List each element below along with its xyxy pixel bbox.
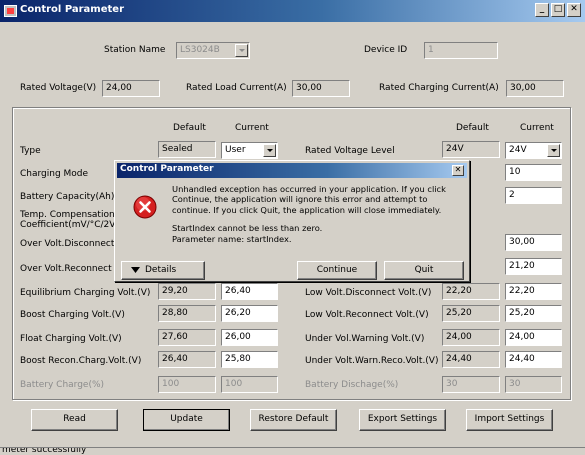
temp-comp-label-2: Coefficient(mV/°C/2V) <box>20 220 119 230</box>
battery-discharge-default-field[interactable]: 30 <box>442 376 500 393</box>
import-settings-button[interactable]: Import Settings <box>466 409 553 431</box>
maximize-button[interactable]: □ <box>551 3 565 17</box>
battery-capacity-label: Battery Capacity(Ah) <box>20 192 115 202</box>
window-title: Control Parameter <box>20 4 125 15</box>
rated-charging-label: Rated Charging Current(A) <box>379 83 499 93</box>
restore-default-button[interactable]: Restore Default <box>250 409 337 431</box>
rated-voltage-level-label: Rated Voltage Level <box>305 146 395 156</box>
station-name-value: LS3024B <box>180 45 220 55</box>
rated-voltage-level-select[interactable]: 24V <box>505 142 562 159</box>
type-label: Type <box>20 146 41 156</box>
battery-charge-label: Battery Charge(%) <box>20 380 105 390</box>
rated-voltage-level-default-field[interactable]: 24V <box>442 141 500 158</box>
status-text: meter successfully <box>2 447 87 455</box>
battery-capacity-current-field[interactable]: 2 <box>505 187 562 204</box>
under-volt-warning-label: Under Vol.Warning Volt.(V) <box>305 334 425 344</box>
under-volt-warning-current-field[interactable]: 24,00 <box>505 329 562 346</box>
chevron-down-icon <box>131 266 140 273</box>
float-charging-current-field[interactable]: 26,00 <box>221 329 278 346</box>
rated-load-label: Rated Load Current(A) <box>186 83 287 93</box>
app-icon <box>4 5 17 17</box>
details-button[interactable]: Details <box>121 261 205 280</box>
over-volt-disconnect-current-field[interactable]: 30,00 <box>505 234 562 251</box>
charging-mode-current-field[interactable]: 10 <box>505 164 562 181</box>
minimize-button[interactable]: _ <box>535 3 549 17</box>
boost-charging-current-field[interactable]: 26,20 <box>221 305 278 322</box>
under-volt-warning-default-field[interactable]: 24,00 <box>442 329 500 346</box>
battery-discharge-label: Battery Dischage(%) <box>305 380 399 390</box>
dialog-message-main: Unhandled exception has occurred in your… <box>172 184 446 215</box>
battery-discharge-current-field[interactable]: 30 <box>505 376 562 393</box>
low-volt-reconnect-current-field[interactable]: 25,20 <box>505 305 562 322</box>
station-name-select[interactable]: LS3024B <box>176 42 250 59</box>
boost-charging-default-field[interactable]: 28,80 <box>158 305 216 322</box>
float-charging-default-field[interactable]: 27,60 <box>158 329 216 346</box>
under-volt-warn-reco-label: Under Volt.Warn.Reco.Volt.(V) <box>305 356 439 366</box>
title-bar[interactable]: Control Parameter _ □ ✕ <box>0 0 585 22</box>
low-volt-disconnect-label: Low Volt.Disconnect Volt.(V) <box>305 288 432 298</box>
rated-voltage-field[interactable]: 24,00 <box>102 80 160 97</box>
station-name-label: Station Name <box>104 45 166 55</box>
left-current-header: Current <box>235 123 269 133</box>
float-charging-label: Float Charging Volt.(V) <box>20 334 122 344</box>
under-volt-warn-reco-default-field[interactable]: 24,40 <box>442 351 500 368</box>
dialog-message: Unhandled exception has occurred in your… <box>172 184 462 244</box>
chevron-down-icon[interactable] <box>263 144 276 157</box>
boost-recon-default-field[interactable]: 26,40 <box>158 351 216 368</box>
equilibrium-current-field[interactable]: 26,40 <box>221 283 278 300</box>
dialog-message-param: Parameter name: startIndex. <box>172 233 292 244</box>
export-settings-button[interactable]: Export Settings <box>359 409 446 431</box>
quit-button[interactable]: Quit <box>384 261 464 280</box>
right-default-header: Default <box>456 123 489 133</box>
under-volt-warn-reco-current-field[interactable]: 24,40 <box>505 351 562 368</box>
chevron-down-icon[interactable] <box>235 44 248 57</box>
main-window: Control Parameter _ □ ✕ Station Name LS3… <box>0 0 585 455</box>
close-button[interactable]: ✕ <box>567 3 581 17</box>
rated-charging-field[interactable]: 30,00 <box>506 80 564 97</box>
charging-mode-label: Charging Mode <box>20 169 89 179</box>
battery-charge-default-field[interactable]: 100 <box>158 376 216 393</box>
boost-recon-current-field[interactable]: 25,80 <box>221 351 278 368</box>
error-icon <box>133 195 157 219</box>
continue-button[interactable]: Continue <box>297 261 377 280</box>
dialog-message-detail: StartIndex cannot be less than zero. <box>172 223 323 234</box>
dialog-title: Control Parameter <box>120 164 214 174</box>
dialog-close-button[interactable]: ✕ <box>452 165 464 176</box>
type-current-value: User <box>225 145 246 155</box>
rated-voltage-label: Rated Voltage(V) <box>20 83 97 93</box>
type-current-select[interactable]: User <box>221 142 278 159</box>
low-volt-disconnect-default-field[interactable]: 22,20 <box>442 283 500 300</box>
temp-comp-label: Temp. Compensation <box>20 210 115 220</box>
rated-voltage-level-value: 24V <box>509 145 527 155</box>
dialog-title-bar[interactable]: Control Parameter ✕ <box>117 163 467 178</box>
right-current-header: Current <box>520 123 554 133</box>
over-volt-reconnect-current-field[interactable]: 21,20 <box>505 258 562 275</box>
equilibrium-label: Equilibrium Charging Volt.(V) <box>20 288 151 298</box>
type-default-field[interactable]: Sealed <box>158 141 216 158</box>
left-default-header: Default <box>173 123 206 133</box>
boost-charging-label: Boost Charging Volt.(V) <box>20 310 125 320</box>
device-id-label: Device ID <box>364 45 408 55</box>
error-dialog: Control Parameter ✕ Unhandled exception … <box>114 160 470 282</box>
details-label: Details <box>145 265 177 275</box>
equilibrium-default-field[interactable]: 29,20 <box>158 283 216 300</box>
chevron-down-icon[interactable] <box>547 144 560 157</box>
rated-load-field[interactable]: 30,00 <box>292 80 350 97</box>
low-volt-disconnect-current-field[interactable]: 22,20 <box>505 283 562 300</box>
update-button[interactable]: Update <box>143 409 230 431</box>
read-button[interactable]: Read <box>31 409 118 431</box>
low-volt-reconnect-default-field[interactable]: 25,20 <box>442 305 500 322</box>
low-volt-reconnect-label: Low Volt.Reconnect Volt.(V) <box>305 310 429 320</box>
status-bar: meter successfully <box>0 447 585 455</box>
device-id-field[interactable]: 1 <box>424 42 498 59</box>
boost-recon-label: Boost Recon.Charg.Volt.(V) <box>20 356 142 366</box>
battery-charge-current-field[interactable]: 100 <box>221 376 278 393</box>
